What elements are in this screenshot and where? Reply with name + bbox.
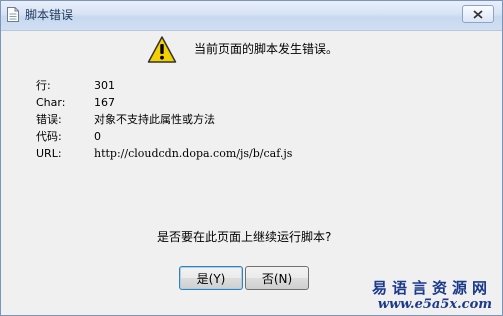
watermark-url: www.e5a5x.com bbox=[377, 297, 492, 312]
detail-label: 错误: bbox=[36, 113, 62, 126]
no-button[interactable]: 否(N) bbox=[245, 266, 309, 290]
detail-value: 301 bbox=[94, 79, 115, 92]
watermark-title: 易语言资源网 bbox=[371, 279, 492, 297]
window-title: 脚本错误 bbox=[25, 8, 74, 22]
continue-question: 是否要在此页面上继续运行脚本? bbox=[157, 230, 332, 244]
yes-button[interactable]: 是(Y) bbox=[179, 266, 243, 290]
detail-label: Char: bbox=[36, 96, 66, 109]
detail-value: 167 bbox=[94, 96, 115, 109]
detail-label: 代码: bbox=[36, 130, 62, 143]
detail-value: 对象不支持此属性或方法 bbox=[94, 113, 215, 126]
error-message: 当前页面的脚本发生错误。 bbox=[194, 42, 339, 56]
detail-value: 0 bbox=[94, 130, 101, 143]
detail-url-value: http://cloudcdn.dopa.com/js/b/caf.js bbox=[94, 147, 293, 160]
detail-label: URL: bbox=[36, 147, 62, 160]
watermark: 易语言资源网 www.e5a5x.com bbox=[372, 279, 492, 313]
document-icon bbox=[7, 7, 19, 22]
close-icon bbox=[473, 9, 483, 19]
title-bar[interactable]: 脚本错误 bbox=[1, 1, 502, 31]
detail-label: 行: bbox=[36, 79, 51, 92]
error-dialog-window: 脚本错误 当前页面的脚本发生错误。 行: 301 Char: 167 错误: 对… bbox=[0, 0, 503, 316]
close-button[interactable] bbox=[462, 5, 494, 23]
warning-icon bbox=[147, 35, 177, 65]
